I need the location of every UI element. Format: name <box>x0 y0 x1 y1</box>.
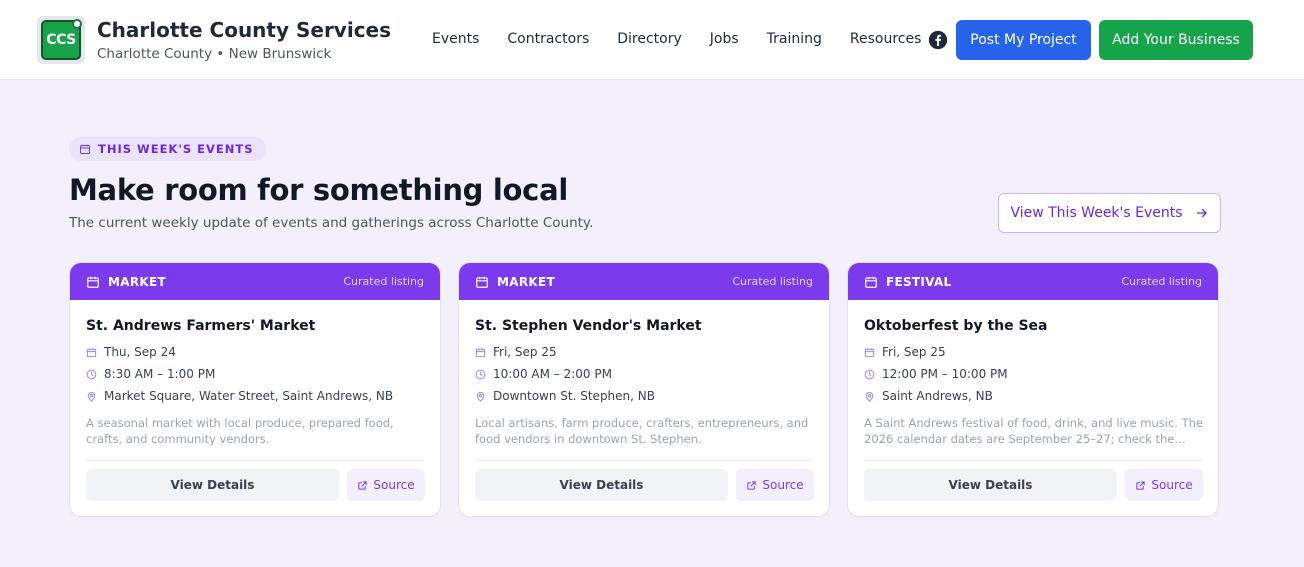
site-header: CCS Charlotte County Services Charlotte … <box>0 0 1304 80</box>
event-description: Local artisans, farm produce, crafters, … <box>475 416 809 446</box>
clock-icon <box>86 369 97 379</box>
event-description: A seasonal market with local produce, pr… <box>86 416 394 446</box>
source-button[interactable]: Source <box>736 469 814 501</box>
event-time: 8:30 AM – 1:00 PM <box>104 367 216 381</box>
event-card-header: MARKET Curated listing <box>459 263 829 300</box>
calendar-icon <box>864 347 875 357</box>
event-date: Thu, Sep 24 <box>104 345 176 359</box>
source-label: Source <box>373 478 415 492</box>
logo-badge <box>72 19 82 29</box>
event-date-row: Fri, Sep 25 <box>475 345 557 359</box>
event-location: Market Square, Water Street, Saint Andre… <box>104 389 394 403</box>
event-category: FESTIVAL <box>886 274 952 289</box>
card-divider <box>475 460 813 461</box>
event-time-row: 10:00 AM – 2:00 PM <box>475 367 612 381</box>
clock-icon <box>864 369 875 379</box>
section-badge-label: THIS WEEK'S EVENTS <box>98 142 254 156</box>
curated-badge: Curated listing <box>343 275 424 288</box>
event-card-header: FESTIVAL Curated listing <box>848 263 1218 300</box>
calendar-icon <box>475 347 486 357</box>
logo[interactable]: CCS <box>37 16 85 64</box>
section-badge: THIS WEEK'S EVENTS <box>69 137 266 161</box>
nav-directory[interactable]: Directory <box>617 31 682 47</box>
source-label: Source <box>1151 478 1193 492</box>
event-title[interactable]: St. Stephen Vendor's Market <box>475 318 702 334</box>
view-week-events-label: View This Week's Events <box>1010 205 1183 221</box>
add-business-button[interactable]: Add Your Business <box>1099 20 1253 60</box>
logo-mark: CCS <box>41 19 82 60</box>
calendar-icon <box>80 144 90 154</box>
view-details-button[interactable]: View Details <box>864 469 1117 501</box>
event-time: 10:00 AM – 2:00 PM <box>493 367 612 381</box>
curated-badge: Curated listing <box>732 275 813 288</box>
event-description: A Saint Andrews festival of food, drink,… <box>864 416 1203 446</box>
event-location: Saint Andrews, NB <box>882 389 993 403</box>
card-divider <box>86 460 424 461</box>
source-button[interactable]: Source <box>347 469 425 501</box>
event-title[interactable]: Oktoberfest by the Sea <box>864 318 1048 334</box>
event-date-row: Thu, Sep 24 <box>86 345 176 359</box>
event-card-header: MARKET Curated listing <box>70 263 440 300</box>
event-card: MARKET Curated listing St. Stephen Vendo… <box>458 262 830 517</box>
event-date: Fri, Sep 25 <box>882 345 946 359</box>
event-title[interactable]: St. Andrews Farmers' Market <box>86 318 315 334</box>
calendar-icon <box>476 276 488 288</box>
event-card: FESTIVAL Curated listing Oktoberfest by … <box>847 262 1219 517</box>
event-location-row: Saint Andrews, NB <box>864 389 993 403</box>
event-date: Fri, Sep 25 <box>493 345 557 359</box>
external-link-icon <box>747 480 757 490</box>
view-week-events-button[interactable]: View This Week's Events <box>998 193 1221 233</box>
nav-training[interactable]: Training <box>767 31 822 47</box>
view-details-button[interactable]: View Details <box>475 469 728 501</box>
event-category: MARKET <box>497 274 555 289</box>
map-pin-icon <box>865 391 874 402</box>
nav-jobs[interactable]: Jobs <box>710 31 739 47</box>
site-title[interactable]: Charlotte County Services <box>97 18 391 42</box>
view-details-button[interactable]: View Details <box>86 469 339 501</box>
event-date-row: Fri, Sep 25 <box>864 345 946 359</box>
site-subtitle: Charlotte County • New Brunswick <box>97 46 332 62</box>
external-link-icon <box>1136 480 1146 490</box>
logo-text: CCS <box>46 32 76 48</box>
card-divider <box>864 460 1202 461</box>
event-time-row: 12:00 PM – 10:00 PM <box>864 367 1008 381</box>
calendar-icon <box>86 347 97 357</box>
nav-contractors[interactable]: Contractors <box>507 31 589 47</box>
event-card: MARKET Curated listing St. Andrews Farme… <box>69 262 441 517</box>
main-nav: Events Contractors Directory Jobs Traini… <box>432 31 921 47</box>
nav-events[interactable]: Events <box>432 31 479 47</box>
calendar-icon <box>87 276 99 288</box>
section-subline: The current weekly update of events and … <box>69 215 594 231</box>
curated-badge: Curated listing <box>1121 275 1202 288</box>
source-label: Source <box>762 478 804 492</box>
event-time-row: 8:30 AM – 1:00 PM <box>86 367 215 381</box>
source-button[interactable]: Source <box>1125 469 1203 501</box>
event-time: 12:00 PM – 10:00 PM <box>882 367 1008 381</box>
external-link-icon <box>358 480 368 490</box>
post-project-button[interactable]: Post My Project <box>956 20 1091 60</box>
nav-resources[interactable]: Resources <box>850 31 922 47</box>
map-pin-icon <box>87 391 96 402</box>
calendar-icon <box>865 276 877 288</box>
arrow-right-icon <box>1196 208 1207 218</box>
event-location-row: Downtown St. Stephen, NB <box>475 389 655 403</box>
map-pin-icon <box>476 391 485 402</box>
event-location-row: Market Square, Water Street, Saint Andre… <box>86 389 393 403</box>
facebook-icon[interactable] <box>928 30 948 50</box>
event-category: MARKET <box>108 274 166 289</box>
clock-icon <box>475 369 486 379</box>
section-headline: Make room for something local <box>69 173 568 207</box>
event-location: Downtown St. Stephen, NB <box>493 389 655 403</box>
